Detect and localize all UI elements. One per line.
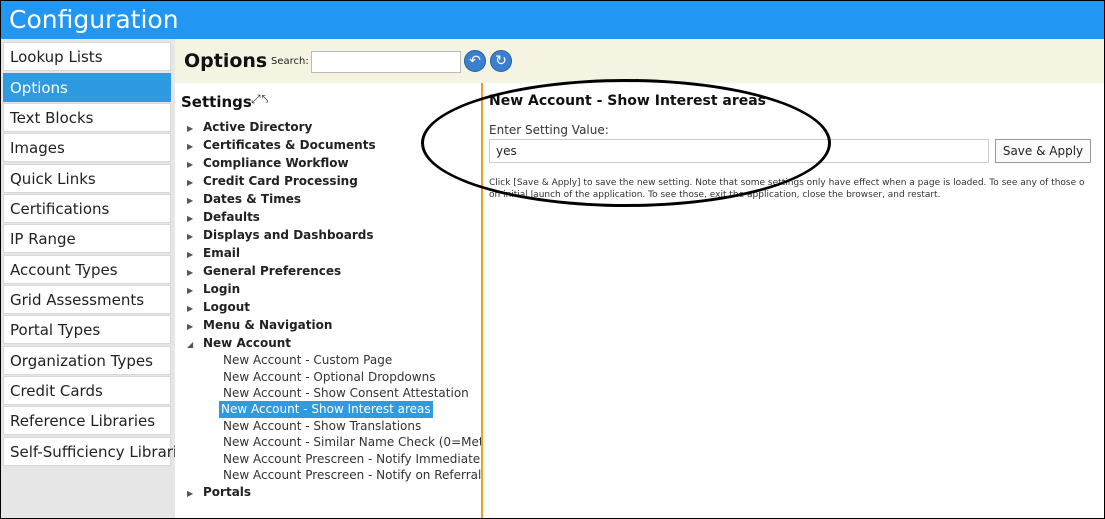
save-apply-button[interactable]: Save & Apply [995, 139, 1091, 163]
tree-category[interactable]: ▶ General Preferences [187, 264, 341, 278]
tree-category[interactable]: ▶ Logout [187, 300, 250, 314]
tree-leaf[interactable]: New Account - Custom Page [221, 352, 394, 369]
tree-leaf[interactable]: New Account - Show Consent Attestation [221, 385, 471, 402]
tree-category[interactable]: ▶ Credit Card Processing [187, 174, 358, 188]
collapsed-arrow-icon: ▶ [187, 160, 194, 169]
search-label: Search: [271, 56, 309, 67]
collapsed-arrow-icon: ▶ [187, 268, 194, 277]
refresh-button[interactable]: ↻ [490, 50, 512, 72]
settings-header: Settings [181, 93, 252, 111]
tree-leaf[interactable]: New Account - Optional Dropdowns [221, 369, 437, 386]
tree-category[interactable]: ▶ Portals [187, 485, 251, 499]
nav-item-portal-types[interactable]: Portal Types [3, 315, 171, 344]
tree-category[interactable]: ▶ Certificates & Documents [187, 138, 376, 152]
tree-category[interactable]: ▶ Active Directory [187, 120, 312, 134]
expanded-arrow-icon: ◢ [187, 340, 194, 349]
options-title: Options [184, 50, 268, 72]
highlight-ellipse [421, 79, 831, 207]
nav-item-lookup-lists[interactable]: Lookup Lists [3, 42, 171, 71]
back-button[interactable]: ↶ [464, 50, 486, 72]
nav-item-quick-links[interactable]: Quick Links [3, 164, 171, 193]
tree-category[interactable]: ▶ Email [187, 246, 240, 260]
search-input[interactable] [311, 51, 461, 73]
nav-item-text-blocks[interactable]: Text Blocks [3, 103, 171, 132]
nav-item-account-types[interactable]: Account Types [3, 255, 171, 284]
collapsed-arrow-icon: ▶ [187, 124, 194, 133]
app-window: Configuration Lookup Lists Options Text … [0, 0, 1105, 519]
collapsed-arrow-icon: ▶ [187, 250, 194, 259]
nav-item-credit-cards[interactable]: Credit Cards [3, 376, 171, 405]
tree-category-new-account[interactable]: ◢ New Account [187, 336, 291, 350]
nav-item-organization-types[interactable]: Organization Types [3, 346, 171, 375]
tree-category[interactable]: ▶ Login [187, 282, 240, 296]
collapsed-arrow-icon: ▶ [187, 286, 194, 295]
tree-category[interactable]: ▶ Dates & Times [187, 192, 301, 206]
tree-leaf[interactable]: New Account Prescreen - Notify on Referr… [221, 467, 483, 484]
tree-category[interactable]: ▶ Displays and Dashboards [187, 228, 374, 242]
collapsed-arrow-icon: ▶ [187, 304, 194, 313]
nav-item-reference-libraries[interactable]: Reference Libraries [3, 406, 171, 435]
left-nav: Lookup Lists Options Text Blocks Images … [1, 39, 194, 518]
collapsed-arrow-icon: ▶ [187, 232, 194, 241]
collapsed-arrow-icon: ▶ [187, 322, 194, 331]
collapsed-arrow-icon: ▶ [187, 214, 194, 223]
nav-item-self-sufficiency-libraries[interactable]: Self-Sufficiency Libraries [3, 437, 194, 466]
tree-category[interactable]: ▶ Compliance Workflow [187, 156, 349, 170]
collapsed-arrow-icon: ▶ [187, 196, 194, 205]
tree-leaf[interactable]: New Account - Similar Name Check (0=Meta… [221, 434, 515, 451]
collapsed-arrow-icon: ▶ [187, 489, 194, 498]
expand-collapse-icon[interactable]: ⤢⤣ [251, 92, 269, 107]
tree-leaf-selected[interactable]: New Account - Show Interest areas [219, 401, 433, 418]
collapsed-arrow-icon: ▶ [187, 178, 194, 187]
back-arrow-icon: ↶ [469, 53, 481, 69]
nav-item-ip-range[interactable]: IP Range [3, 224, 171, 253]
nav-item-images[interactable]: Images [3, 133, 171, 162]
refresh-icon: ↻ [495, 53, 507, 69]
tree-leaf[interactable]: New Account - Show Translations [221, 418, 423, 435]
app-title: Configuration [1, 1, 1104, 39]
collapsed-arrow-icon: ▶ [187, 142, 194, 151]
nav-item-grid-assessments[interactable]: Grid Assessments [3, 285, 171, 314]
tree-category[interactable]: ▶ Defaults [187, 210, 260, 224]
options-toolbar: Options Search: ↶ ↻ [175, 39, 1104, 83]
nav-item-options[interactable]: Options [3, 73, 171, 102]
tree-leaf[interactable]: New Account Prescreen - Notify Immediate… [221, 451, 493, 468]
tree-category[interactable]: ▶ Menu & Navigation [187, 318, 332, 332]
nav-item-certifications[interactable]: Certifications [3, 194, 171, 223]
